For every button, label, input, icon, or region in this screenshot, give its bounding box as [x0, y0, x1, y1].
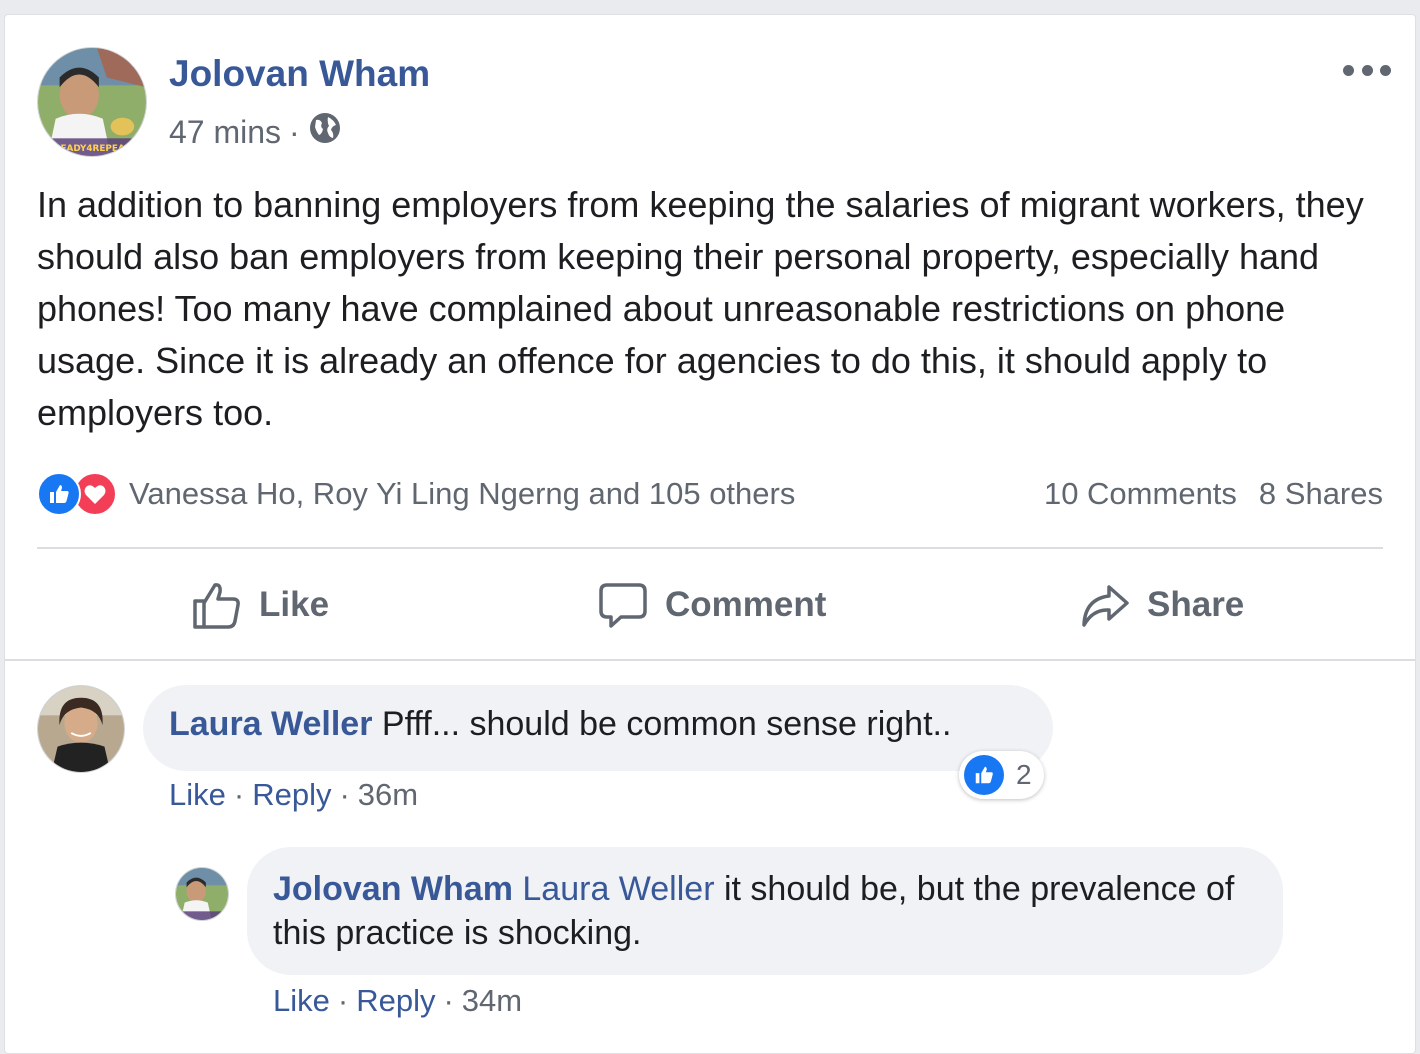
reply-author[interactable]: Jolovan Wham — [273, 870, 513, 908]
separator: · — [339, 777, 350, 812]
comment-text: Pfff... should be common sense right.. — [381, 705, 952, 743]
comment-like-link[interactable]: Like — [169, 777, 226, 812]
reply-like-link[interactable]: Like — [273, 983, 330, 1018]
comment-reaction-count: 2 — [1016, 759, 1032, 790]
like-icon — [37, 472, 81, 516]
avatar-caption: READY4REPEAL — [54, 144, 131, 154]
thumbs-up-icon — [193, 583, 240, 629]
commenter-photo — [38, 686, 124, 772]
comment-bubble: Laura Weller Pfff... should be common se… — [143, 685, 1053, 771]
commenter-avatar[interactable] — [37, 685, 125, 773]
comment-icon — [599, 583, 647, 628]
reply-actions: Like · Reply · 34m — [273, 983, 522, 1019]
divider — [5, 659, 1415, 661]
comment-reply-link[interactable]: Reply — [252, 777, 331, 812]
reply-reply-link[interactable]: Reply — [356, 983, 435, 1018]
engagement-counts: 10 Comments 8 Shares — [1044, 476, 1383, 512]
reply-author-avatar[interactable] — [175, 867, 229, 921]
reaction-icons[interactable] — [37, 472, 117, 516]
separator: · — [337, 983, 349, 1018]
avatar-photo: READY4REPEAL — [38, 48, 146, 156]
reply-avatar-photo — [176, 868, 228, 920]
share-button[interactable]: Share — [1079, 575, 1244, 635]
share-button-label: Share — [1147, 585, 1245, 624]
more-options-icon[interactable] — [1343, 59, 1391, 81]
like-button-label: Like — [259, 585, 330, 624]
author-avatar[interactable]: READY4REPEAL — [37, 47, 147, 157]
comment-actions: Like · Reply · 36m — [169, 777, 418, 813]
share-icon — [1082, 585, 1129, 627]
author-name[interactable]: Jolovan Wham — [169, 53, 430, 95]
separator: · — [233, 777, 245, 812]
reply-time[interactable]: 34m — [462, 983, 522, 1018]
comment-time[interactable]: 36m — [358, 777, 418, 812]
like-button[interactable]: Like — [191, 575, 329, 635]
like-icon — [964, 755, 1004, 795]
shares-count[interactable]: 8 Shares — [1259, 476, 1383, 512]
reaction-names[interactable]: Vanessa Ho, Roy Yi Ling Ngerng and 105 o… — [129, 476, 795, 512]
more-dot — [1380, 64, 1391, 76]
separator: · — [443, 983, 454, 1018]
post-actions: Like Comment Share — [5, 575, 1415, 635]
reply-mention[interactable]: Laura Weller — [522, 870, 714, 908]
comment-reaction-badge[interactable]: 2 — [959, 751, 1044, 799]
divider — [37, 547, 1383, 549]
reply-bubble: Jolovan Wham Laura Weller it should be, … — [247, 847, 1283, 975]
post-card: READY4REPEAL Jolovan Wham 47 mins · In a… — [4, 14, 1416, 1054]
comments-count[interactable]: 10 Comments — [1044, 476, 1237, 512]
post-text: In addition to banning employers from ke… — [37, 184, 1364, 433]
more-dot — [1361, 64, 1373, 76]
globe-icon[interactable] — [308, 111, 342, 153]
comment-author[interactable]: Laura Weller — [169, 705, 372, 743]
comment-button-label: Comment — [665, 585, 827, 624]
meta-separator: · — [289, 113, 300, 150]
reactions-summary: Vanessa Ho, Roy Yi Ling Ngerng and 105 o… — [37, 469, 1383, 519]
post-meta: 47 mins · — [169, 111, 342, 153]
more-dot — [1343, 64, 1354, 76]
comment-button[interactable]: Comment — [597, 575, 826, 635]
post-time[interactable]: 47 mins — [169, 114, 281, 151]
